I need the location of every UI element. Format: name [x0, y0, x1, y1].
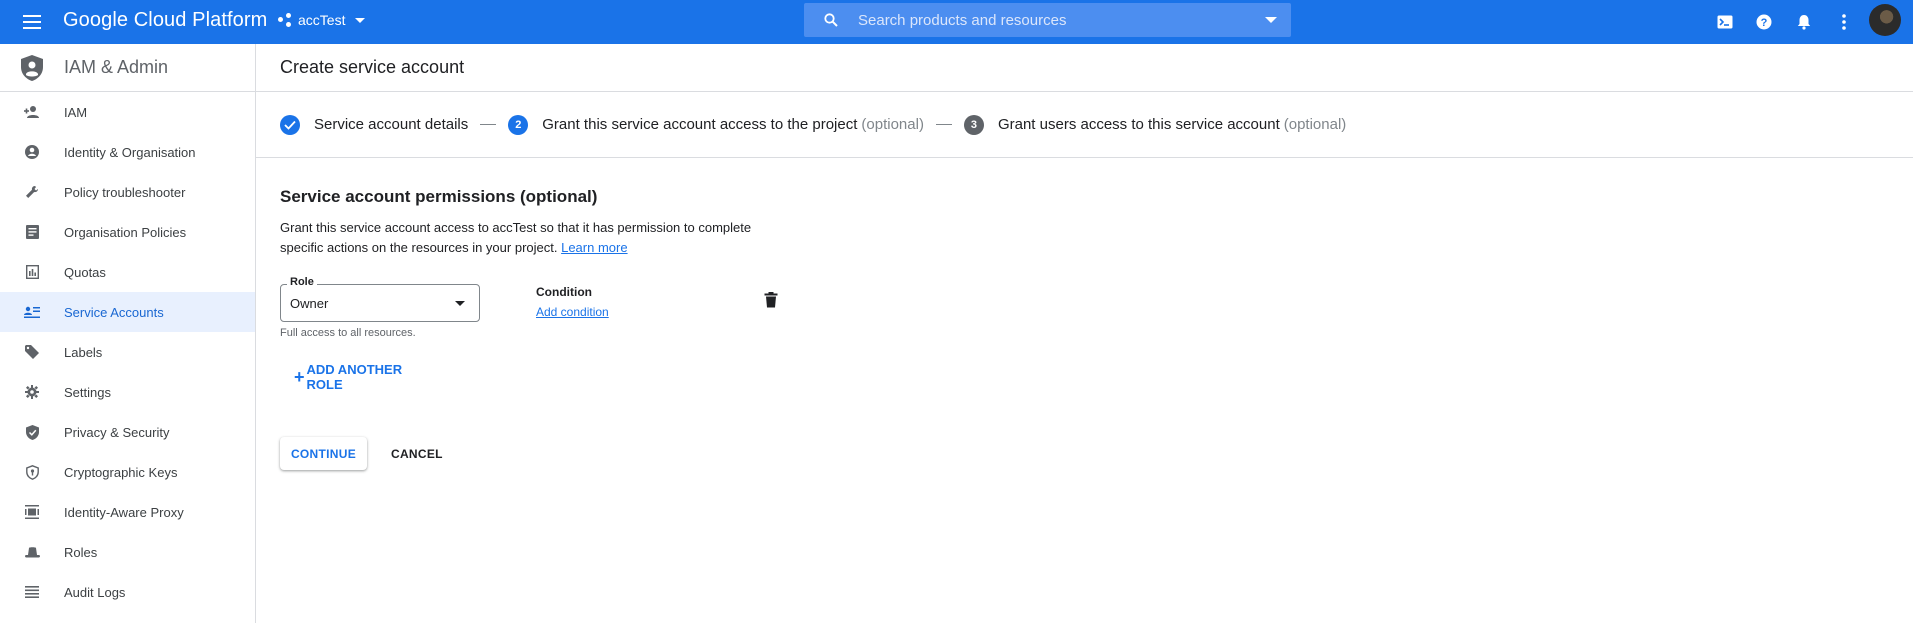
learn-more-link[interactable]: Learn more: [561, 240, 627, 255]
sidebar-item-label: Identity & Organisation: [64, 144, 196, 160]
list-icon: [22, 582, 42, 602]
sidebar-item-label: Organisation Policies: [64, 224, 187, 240]
chevron-down-icon: [355, 17, 366, 23]
page-header: Create service account: [256, 44, 1913, 92]
role-row: Role Owner Full access to all resources.…: [280, 276, 1913, 342]
step-3-optional: (optional): [1283, 116, 1347, 133]
document-icon: [22, 222, 42, 242]
service-account-icon: [22, 302, 42, 322]
sidebar-item-roles[interactable]: Roles: [0, 532, 255, 572]
sidebar-item-privacy-security[interactable]: Privacy & Security: [0, 412, 255, 452]
sidebar-item-audit-logs[interactable]: Audit Logs: [0, 572, 255, 612]
step-1-label[interactable]: Service account details: [314, 116, 468, 133]
dropdown-arrow-icon: [455, 300, 465, 306]
sidebar-item-label: Settings: [64, 384, 111, 400]
search-bar[interactable]: [804, 3, 1291, 37]
person-add-icon: [22, 102, 42, 122]
step-divider: [480, 124, 497, 125]
account-circle-icon: [22, 142, 42, 162]
sidebar-item-label: Privacy & Security: [64, 424, 170, 440]
add-another-role-label: ADD ANOTHER ROLE: [306, 362, 403, 392]
sidebar-item-label: Identity-Aware Proxy: [64, 504, 184, 520]
sidebar-item-label: Roles: [64, 544, 98, 560]
sidebar-item-iam[interactable]: IAM: [0, 92, 255, 132]
sidebar-item-identity-organisation[interactable]: Identity & Organisation: [0, 132, 255, 172]
search-dropdown-icon[interactable]: [1265, 17, 1277, 23]
add-condition-link[interactable]: Add condition: [536, 305, 609, 319]
sidebar-item-identity-aware-proxy[interactable]: Identity-Aware Proxy: [0, 492, 255, 532]
sidebar-item-quotas[interactable]: Quotas: [0, 252, 255, 292]
project-icon: [278, 13, 292, 27]
sidebar-item-label: Quotas: [64, 264, 106, 280]
role-field-label: Role: [287, 276, 317, 288]
page-title: Create service account: [280, 57, 465, 77]
wrench-icon: [22, 182, 42, 202]
avatar[interactable]: [1869, 4, 1901, 36]
sidebar-item-label: Cryptographic Keys: [64, 464, 178, 480]
proxy-icon: [22, 502, 42, 522]
cancel-button[interactable]: CANCEL: [379, 437, 455, 470]
form-actions: CONTINUE CANCEL: [280, 437, 1913, 470]
sidebar-title: IAM & Admin: [64, 57, 169, 77]
role-help-text: Full access to all resources.: [280, 327, 416, 339]
step-divider: [935, 124, 952, 125]
sidebar-item-label: IAM: [64, 104, 88, 120]
iam-shield-icon: [20, 54, 44, 82]
sidebar-item-label: Policy troubleshooter: [64, 184, 186, 200]
plus-icon: +: [294, 367, 305, 387]
project-selector[interactable]: accTest: [278, 12, 366, 28]
help-icon[interactable]: ?: [1752, 10, 1776, 34]
step-2-number: 2: [508, 114, 529, 135]
stepper: Service account details 2 Grant this ser…: [256, 92, 1913, 158]
sidebar-item-cryptographic-keys[interactable]: Cryptographic Keys: [0, 452, 255, 492]
brand-title[interactable]: Google Cloud Platform: [63, 9, 267, 32]
search-input[interactable]: [858, 11, 1265, 29]
step-2-optional: (optional): [861, 116, 924, 133]
main-content: Create service account Service account d…: [256, 44, 1913, 623]
key-shield-icon: [22, 462, 42, 482]
sidebar-item-organisation-policies[interactable]: Organisation Policies: [0, 212, 255, 252]
quota-icon: [22, 262, 42, 282]
svg-text:?: ?: [1761, 17, 1768, 29]
hat-icon: [22, 542, 42, 562]
sidebar-header: IAM & Admin: [0, 44, 255, 92]
continue-button[interactable]: CONTINUE: [280, 437, 367, 470]
cloud-shell-icon[interactable]: [1713, 10, 1737, 34]
sidebar-item-service-accounts[interactable]: Service Accounts: [0, 292, 255, 332]
sidebar-item-labels[interactable]: Labels: [0, 332, 255, 372]
delete-role-icon[interactable]: [764, 292, 778, 308]
search-icon: [824, 13, 838, 27]
menu-icon[interactable]: [20, 11, 44, 33]
condition-label: Condition: [536, 285, 592, 299]
sidebar-item-label: Audit Logs: [64, 584, 126, 600]
notifications-icon[interactable]: [1792, 10, 1816, 34]
tag-icon: [22, 342, 42, 362]
step-3-label[interactable]: Grant users access to this service accou…: [998, 116, 1280, 133]
sidebar-nav: IAM Identity & Organisation Policy trouble…: [0, 92, 255, 612]
project-name: accTest: [298, 12, 346, 28]
more-vert-icon[interactable]: [1832, 10, 1856, 34]
sidebar-item-policy-troubleshooter[interactable]: Policy troubleshooter: [0, 172, 255, 212]
role-value: Owner: [290, 295, 329, 311]
sidebar-item-label: Service Accounts: [64, 304, 164, 320]
add-another-role-button[interactable]: + ADD ANOTHER ROLE: [294, 362, 434, 392]
shield-check-icon: [22, 422, 42, 442]
section-title: Service account permissions (optional): [280, 187, 598, 206]
sidebar-item-label: Labels: [64, 344, 103, 360]
step-1-check-icon: [280, 114, 300, 135]
gear-icon: [22, 382, 42, 402]
description-text: Grant this service account access to acc…: [280, 220, 752, 255]
step-content: Service account permissions (optional) G…: [256, 158, 1913, 470]
role-select[interactable]: Role Owner: [280, 276, 480, 322]
top-app-bar: Google Cloud Platform accTest ?: [0, 0, 1913, 44]
step-3-number: 3: [963, 114, 984, 135]
sidebar-item-settings[interactable]: Settings: [0, 372, 255, 412]
step-2-label[interactable]: Grant this service account access to the…: [542, 116, 857, 133]
sidebar: IAM & Admin IAM Identity & Organisation Po…: [0, 44, 256, 623]
section-description: Grant this service account access to acc…: [280, 218, 780, 258]
